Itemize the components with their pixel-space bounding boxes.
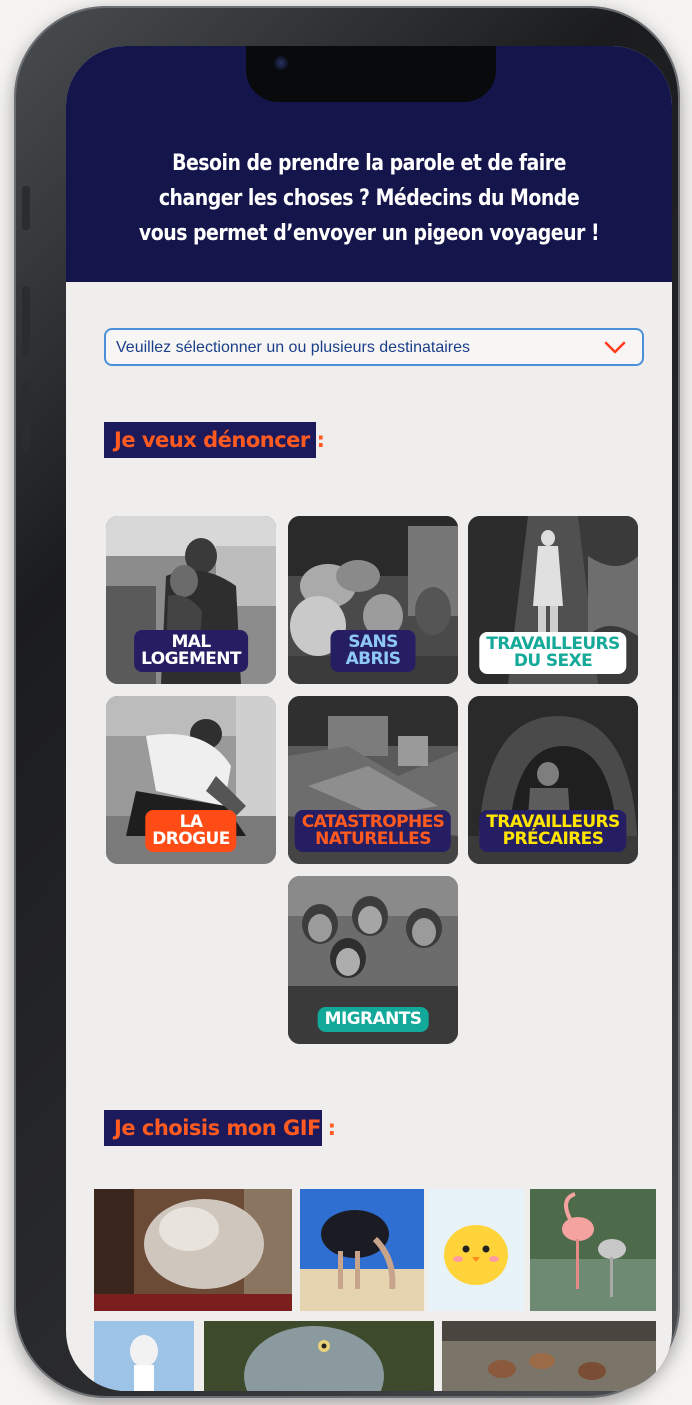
chevron-down-icon [604, 341, 626, 354]
gif-ostrich[interactable] [300, 1189, 424, 1311]
camera-icon [274, 56, 288, 70]
tile-catastrophes-naturelles[interactable]: CATASTROPHES NATURELLES [288, 696, 458, 864]
gif-chick[interactable] [428, 1189, 524, 1311]
tile-la-drogue[interactable]: LA DROGUE [106, 696, 276, 864]
gif-flamingos[interactable] [530, 1189, 656, 1311]
toy-figure-gif [94, 1321, 194, 1391]
gif-shoebill[interactable] [204, 1321, 434, 1391]
notch [246, 46, 496, 102]
tile-travailleurs-precaires[interactable]: TRAVAILLEURS PRÉCAIRES [468, 696, 638, 864]
shoebill-bird-gif [204, 1321, 434, 1391]
gif-toy-figure[interactable] [94, 1321, 194, 1391]
flamingos-gif [530, 1189, 656, 1311]
tile-label: TRAVAILLEURS DU SEXE [479, 632, 627, 674]
tile-mal-logement[interactable]: MAL LOGEMENT [106, 516, 276, 684]
recipients-placeholder: Veuillez sélectionner un ou plusieurs de… [116, 339, 470, 356]
tile-label: MAL LOGEMENT [134, 630, 248, 672]
gif-title: Je choisis mon GIF : [104, 1110, 336, 1146]
volume-up-button [22, 286, 30, 356]
tile-label: SANS ABRIS [330, 630, 416, 672]
volume-down-button [22, 381, 30, 451]
gif-splashing-room[interactable] [94, 1189, 292, 1311]
tile-label: LA DROGUE [145, 810, 237, 852]
tile-sans-abris[interactable]: SANS ABRIS [288, 516, 458, 684]
screen: Besoin de prendre la parole et de faire … [66, 46, 672, 1391]
tile-label: CATASTROPHES NATURELLES [294, 810, 452, 852]
ostrich-head-in-sand-gif [300, 1189, 424, 1311]
gif-sparrows[interactable] [442, 1321, 656, 1391]
sparrows-gif [442, 1321, 656, 1391]
phone-frame: Besoin de prendre la parole et de faire … [14, 6, 680, 1398]
yellow-chick-gif [428, 1189, 524, 1311]
tile-travailleurs-du-sexe[interactable]: TRAVAILLEURS DU SEXE [468, 516, 638, 684]
tile-migrants[interactable]: MIGRANTS [288, 876, 458, 1044]
tile-label: TRAVAILLEURS PRÉCAIRES [479, 810, 627, 852]
recipients-select[interactable]: Veuillez sélectionner un ou plusieurs de… [104, 328, 644, 366]
side-button [22, 186, 30, 230]
tile-label: MIGRANTS [317, 1007, 429, 1032]
denounce-title: Je veux dénoncer : [104, 422, 325, 458]
splashing-room-gif [94, 1189, 292, 1311]
headline: Besoin de prendre la parole et de faire … [138, 151, 600, 246]
